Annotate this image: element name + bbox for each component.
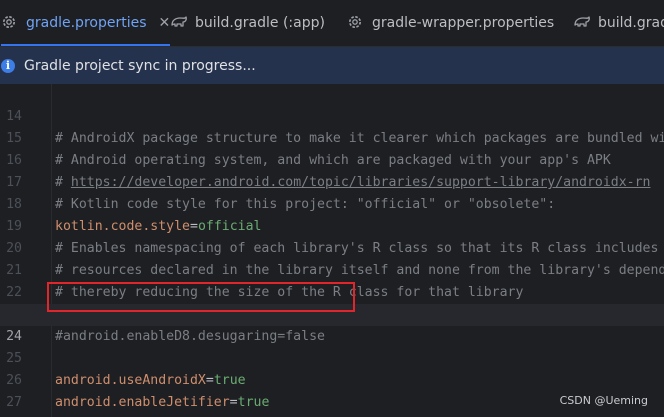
- gear-icon: [347, 14, 365, 32]
- code-line[interactable]: 27 android.overridePathCheck=true: [0, 370, 664, 410]
- property-key: android.enableJetifier: [55, 395, 230, 410]
- gear-icon: [1, 14, 19, 32]
- watermark: CSDN @Ueming: [559, 394, 648, 407]
- close-icon[interactable]: ✕: [159, 15, 171, 31]
- tab-build-gradle-app[interactable]: build.gradle (:app): [170, 0, 325, 46]
- code-line[interactable]: 18 kotlin.code.style=official: [0, 172, 664, 234]
- code-line[interactable]: 25 android.useAndroidX=true: [0, 326, 664, 388]
- code-line[interactable]: 26 android.enableJetifier=true: [0, 348, 664, 410]
- code-line[interactable]: 14 # AndroidX package structure to make …: [0, 84, 664, 146]
- code-line[interactable]: 22 android.nonTransitiveRClass=true: [0, 260, 664, 322]
- equals-sign: =: [229, 395, 238, 410]
- code-line[interactable]: 17 # Kotlin code style for this project:…: [0, 150, 664, 212]
- tab-label: gradle.properties: [26, 15, 147, 31]
- code-line[interactable]: 15 # Android operating system, and which…: [0, 106, 664, 168]
- banner-text: Gradle project sync in progress...: [24, 57, 256, 74]
- elephant-icon: [170, 14, 188, 32]
- info-icon: i: [1, 58, 15, 73]
- editor-tab-bar: gradle.properties ✕ build.gradle (:app) …: [0, 0, 664, 47]
- tab-gradle-properties[interactable]: gradle.properties ✕: [1, 0, 171, 46]
- code-line[interactable]: 19 # Enables namespacing of each library…: [0, 194, 664, 256]
- tab-label: build.gradle (:app): [195, 15, 325, 31]
- line-number: 27: [6, 395, 22, 410]
- tab-build-gradle[interactable]: build.gradle: [573, 0, 664, 46]
- code-line[interactable]: 16 # https://developer.android.com/topic…: [0, 128, 664, 190]
- property-value: true: [237, 395, 270, 410]
- code-editor[interactable]: 14 # AndroidX package structure to make …: [0, 84, 664, 417]
- red-highlight-box: [47, 282, 355, 312]
- tab-label: gradle-wrapper.properties: [372, 15, 555, 31]
- code-line[interactable]: 20 # resources declared in the library i…: [0, 216, 664, 278]
- sync-notification-banner: i Gradle project sync in progress...: [0, 47, 664, 85]
- code-line[interactable]: 21 # thereby reducing the size of the R …: [0, 238, 664, 300]
- tab-label: build.gradle: [598, 15, 664, 31]
- elephant-icon: [573, 14, 591, 32]
- tab-gradle-wrapper-properties[interactable]: gradle-wrapper.properties: [347, 0, 554, 46]
